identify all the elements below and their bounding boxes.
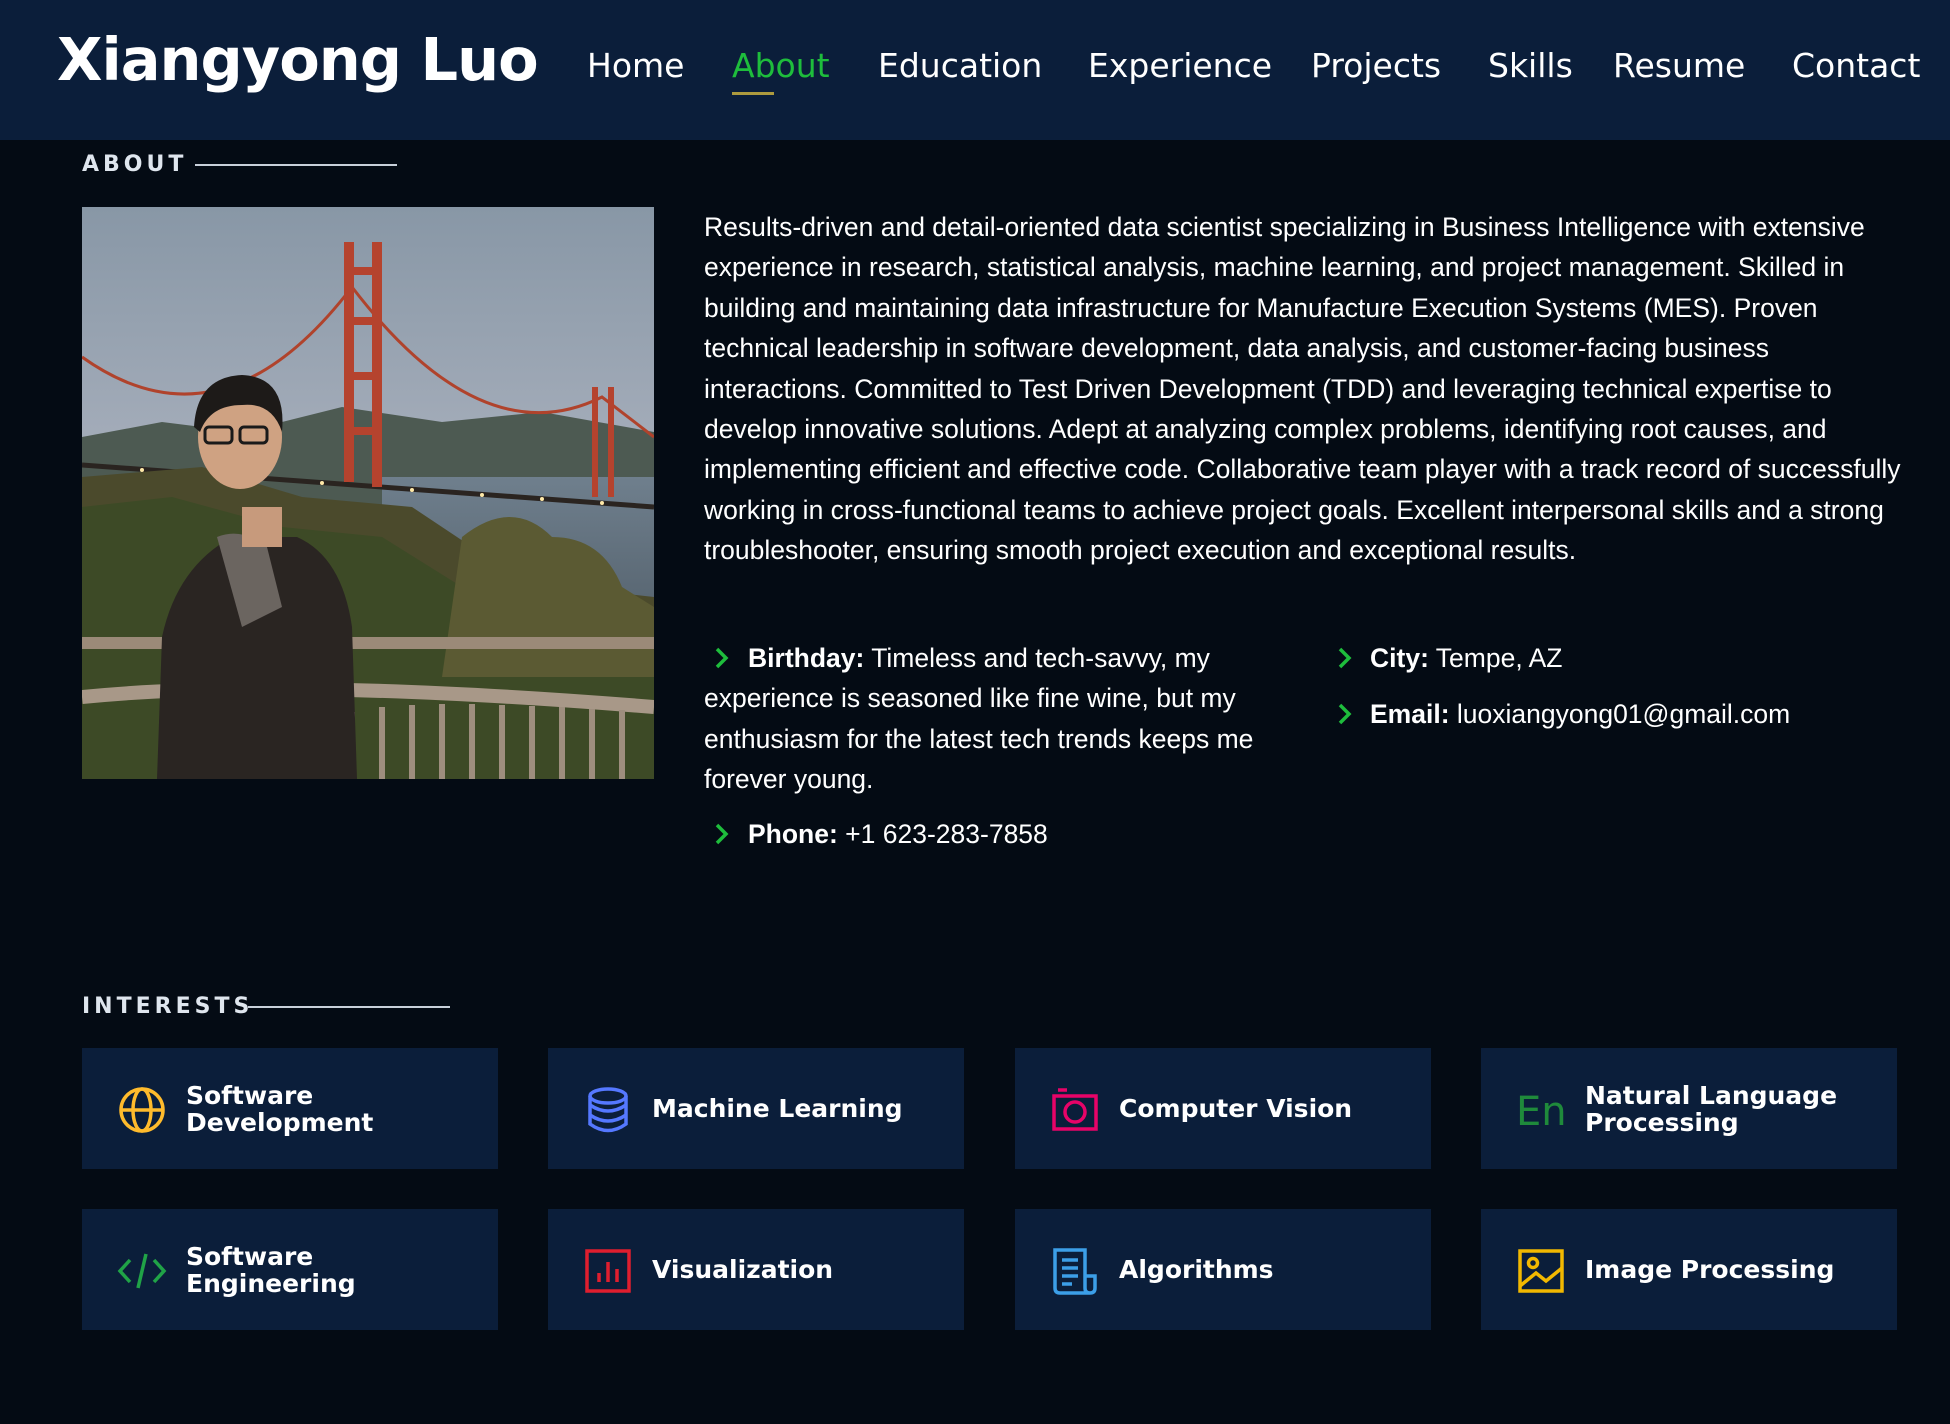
info-phone-value: +1 623-283-7858: [837, 819, 1048, 849]
svg-text:En: En: [1516, 1089, 1566, 1135]
image-icon: [1518, 1249, 1564, 1293]
interest-label: Visualization: [652, 1255, 834, 1284]
code-icon: [117, 1253, 167, 1289]
database-icon: [588, 1087, 628, 1133]
profile-photo-graphic: [82, 207, 654, 779]
interest-card-image-processing[interactable]: Image Processing: [1481, 1209, 1897, 1330]
nav-education[interactable]: Education: [878, 42, 1042, 90]
chevron-right-icon: [715, 823, 729, 845]
nav-skills[interactable]: Skills: [1488, 42, 1573, 90]
bar-chart-icon: [585, 1249, 631, 1293]
main-nav: Home About Education Experience Projects…: [0, 42, 1950, 92]
interests-section-title: INTERESTS: [82, 994, 254, 1019]
interest-label: Software Development: [186, 1080, 374, 1137]
about-section-title: ABOUT: [82, 152, 188, 177]
interest-label: Natural Language Processing: [1585, 1080, 1838, 1137]
chevron-right-icon: [1338, 703, 1352, 725]
info-birthday-label: Birthday:: [748, 643, 865, 673]
info-email-value[interactable]: luoxiangyong01@gmail.com: [1450, 699, 1790, 729]
info-phone-label: Phone:: [748, 819, 838, 849]
camera-icon: [1052, 1088, 1098, 1131]
site-header: Xiangyong Luo Home About Education Exper…: [0, 0, 1950, 140]
interest-card-software-engineering[interactable]: Software Engineering: [82, 1209, 498, 1330]
interest-label: Image Processing: [1585, 1255, 1835, 1284]
globe-icon: [119, 1087, 165, 1133]
interest-label: Computer Vision: [1119, 1094, 1353, 1123]
interest-card-computer-vision[interactable]: Computer Vision: [1015, 1048, 1431, 1169]
interest-card-software-development[interactable]: Software Development: [82, 1048, 498, 1169]
info-email-label: Email:: [1370, 699, 1450, 729]
nav-active-underline: [732, 92, 774, 95]
info-phone: Phone: +1 623-283-7858: [748, 814, 1048, 854]
info-email: Email: luoxiangyong01@gmail.com: [1370, 694, 1790, 734]
interest-label: Machine Learning: [652, 1094, 903, 1123]
nav-resume[interactable]: Resume: [1613, 42, 1745, 90]
info-city: City: Tempe, AZ: [1370, 638, 1562, 678]
interest-card-machine-learning[interactable]: Machine Learning: [548, 1048, 964, 1169]
interest-card-nlp[interactable]: En Natural Language Processing: [1481, 1048, 1897, 1169]
chevron-right-icon: [1338, 647, 1352, 669]
nav-experience[interactable]: Experience: [1088, 42, 1272, 90]
nav-contact[interactable]: Contact: [1792, 42, 1920, 90]
interest-label: Algorithms: [1119, 1255, 1274, 1284]
about-summary: Results-driven and detail-oriented data …: [704, 212, 1901, 566]
nav-home[interactable]: Home: [587, 42, 684, 90]
interest-card-algorithms[interactable]: Algorithms: [1015, 1209, 1431, 1330]
document-icon: [1053, 1248, 1097, 1295]
about-title-rule: [195, 164, 397, 166]
nav-about[interactable]: About: [732, 42, 830, 90]
interests-title-rule: [248, 1006, 450, 1008]
nav-projects[interactable]: Projects: [1311, 42, 1441, 90]
profile-photo: [82, 207, 654, 779]
interest-card-visualization[interactable]: Visualization: [548, 1209, 964, 1330]
info-birthday: Birthday: Timeless and tech-savvy, my ex…: [704, 638, 1280, 800]
language-icon: En: [1516, 1089, 1566, 1135]
interest-label: Software Engineering: [186, 1241, 356, 1298]
info-city-label: City:: [1370, 643, 1429, 673]
info-city-value: Tempe, AZ: [1428, 643, 1563, 673]
